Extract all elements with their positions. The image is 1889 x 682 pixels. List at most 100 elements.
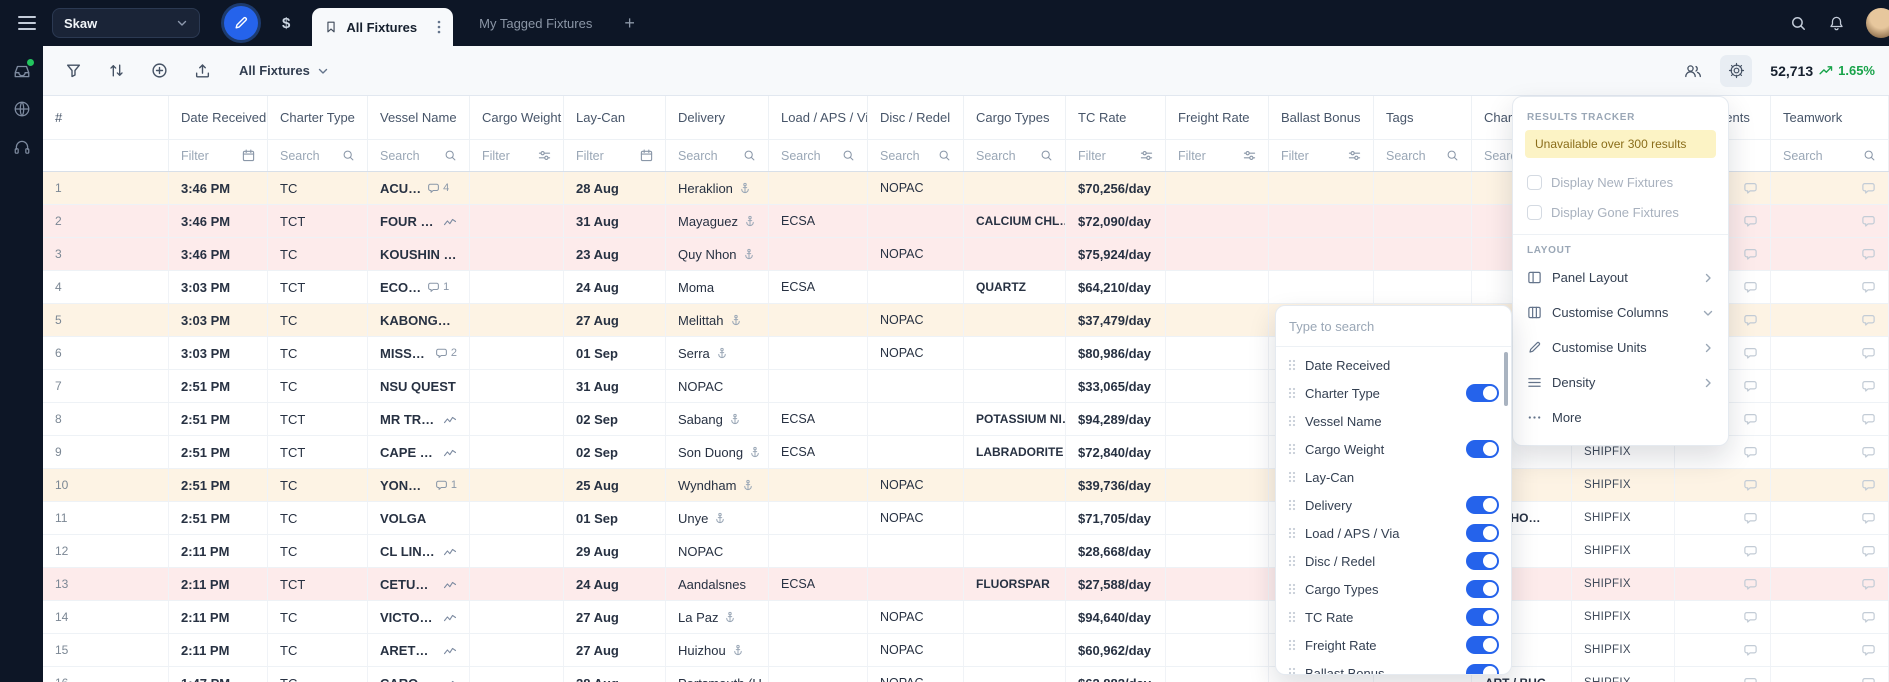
search-icon[interactable] [342, 149, 355, 162]
sidebar-headset-icon[interactable] [13, 138, 31, 156]
share-users-button[interactable] [1677, 55, 1709, 87]
drag-handle-icon[interactable] [1288, 415, 1296, 427]
toggle-switch[interactable] [1466, 496, 1499, 514]
comment-bubble-icon[interactable] [1743, 643, 1758, 658]
settings-gear-button[interactable] [1720, 55, 1752, 87]
comment-bubble-icon[interactable] [1861, 610, 1876, 625]
column-header-vessel-name[interactable]: Vessel Name [368, 96, 470, 139]
comment-bubble-icon[interactable] [1861, 346, 1876, 361]
comment-bubble-icon[interactable] [1861, 214, 1876, 229]
calendar-icon[interactable] [640, 149, 653, 162]
column-filter-disc[interactable]: Search [868, 140, 964, 171]
comment-bubble-icon[interactable] [1861, 412, 1876, 427]
search-icon[interactable] [938, 149, 951, 162]
comment-bubble-icon[interactable] [1743, 511, 1758, 526]
comment-bubble-icon[interactable] [1743, 544, 1758, 559]
sliders-icon[interactable] [1243, 149, 1256, 162]
toggle-switch[interactable] [1466, 440, 1499, 458]
add-button[interactable] [143, 55, 175, 87]
sliders-icon[interactable] [1348, 149, 1361, 162]
search-icon[interactable] [1446, 149, 1459, 162]
avatar[interactable] [1866, 8, 1889, 38]
column-header-ballast-bonus[interactable]: Ballast Bonus [1269, 96, 1374, 139]
search-icon[interactable] [743, 149, 756, 162]
column-filter-load[interactable]: Search [769, 140, 868, 171]
comment-bubble-icon[interactable] [1861, 379, 1876, 394]
table-row[interactable]: 102:51 PMTCYONG J…125 AugWyndhamNOPAC$39… [43, 469, 1889, 502]
tab-all-fixtures[interactable]: All Fixtures [312, 8, 453, 46]
tab-menu-icon[interactable] [437, 20, 441, 34]
search-icon[interactable] [1790, 15, 1807, 32]
menu-item-density[interactable]: Density [1513, 365, 1728, 400]
toggle-switch[interactable] [1466, 552, 1499, 570]
dollar-button[interactable]: $ [282, 15, 290, 32]
comment-bubble-icon[interactable] [1861, 247, 1876, 262]
workspace-selector[interactable]: Skaw [52, 8, 200, 38]
column-header-num[interactable]: # [43, 96, 169, 139]
scrollbar-thumb[interactable] [1504, 352, 1508, 406]
export-button[interactable] [186, 55, 218, 87]
column-toggle-item-cargo-types[interactable]: Cargo Types [1276, 575, 1511, 603]
comment-bubble-icon[interactable] [1861, 280, 1876, 295]
column-filter-tc_rate[interactable]: Filter [1066, 140, 1166, 171]
comment-bubble-icon[interactable] [1861, 181, 1876, 196]
checkbox-display-gone-fixtures[interactable]: Display Gone Fixtures [1513, 197, 1728, 227]
comment-count-badge[interactable]: 1 [435, 479, 457, 492]
comment-bubble-icon[interactable] [1861, 544, 1876, 559]
checkbox-icon[interactable] [1527, 205, 1542, 220]
comment-bubble-icon[interactable] [1861, 445, 1876, 460]
toggle-switch[interactable] [1466, 664, 1499, 675]
comment-bubble-icon[interactable] [1861, 313, 1876, 328]
drag-handle-icon[interactable] [1288, 583, 1296, 595]
column-header-disc-redel[interactable]: Disc / Redel [868, 96, 964, 139]
columns-search-input[interactable] [1289, 319, 1498, 334]
column-filter-cargo[interactable]: Search [964, 140, 1066, 171]
column-toggle-item-ballast-bonus[interactable]: Ballast Bonus [1276, 659, 1511, 675]
table-row[interactable]: 132:11 PMTCTCETUS …24 AugAandalsnesECSAF… [43, 568, 1889, 601]
column-toggle-item-cargo-weight[interactable]: Cargo Weight [1276, 435, 1511, 463]
column-filter-time[interactable]: Filter [169, 140, 268, 171]
column-toggle-item-disc-redel[interactable]: Disc / Redel [1276, 547, 1511, 575]
column-header-freight-rate[interactable]: Freight Rate [1166, 96, 1269, 139]
toggle-switch[interactable] [1466, 608, 1499, 626]
comment-bubble-icon[interactable] [1743, 412, 1758, 427]
filter-button[interactable] [57, 55, 89, 87]
sparkline-icon[interactable] [443, 645, 457, 656]
table-row[interactable]: 152:11 PMTCARETH…27 AugHuizhouNOPAC$60,9… [43, 634, 1889, 667]
column-header-charter-type[interactable]: Charter Type [268, 96, 368, 139]
toggle-switch[interactable] [1466, 580, 1499, 598]
comment-bubble-icon[interactable] [1743, 445, 1758, 460]
table-row[interactable]: 142:11 PMTCVICTORI…27 AugLa PazNOPAC$94,… [43, 601, 1889, 634]
tab-my-tagged-fixtures[interactable]: My Tagged Fixtures [479, 16, 592, 31]
sort-button[interactable] [100, 55, 132, 87]
sliders-icon[interactable] [1140, 149, 1153, 162]
comment-bubble-icon[interactable] [1743, 379, 1758, 394]
column-header-delivery[interactable]: Delivery [666, 96, 769, 139]
column-header-teamwork[interactable]: Teamwork [1771, 96, 1889, 139]
column-header-tc-rate[interactable]: TC Rate [1066, 96, 1166, 139]
drag-handle-icon[interactable] [1288, 527, 1296, 539]
drag-handle-icon[interactable] [1288, 555, 1296, 567]
table-row[interactable]: 161:47 PMTCCAROL…28 AugPortsmouth (U…NOP… [43, 667, 1889, 682]
comment-count-badge[interactable]: 4 [427, 182, 449, 195]
drag-handle-icon[interactable] [1288, 639, 1296, 651]
comment-bubble-icon[interactable] [1743, 181, 1758, 196]
column-filter-teamwork[interactable]: Search [1771, 140, 1889, 171]
column-toggle-item-freight-rate[interactable]: Freight Rate [1276, 631, 1511, 659]
sparkline-icon[interactable] [443, 546, 457, 557]
comment-count-badge[interactable]: 1 [427, 281, 449, 294]
comment-bubble-icon[interactable] [1861, 577, 1876, 592]
add-tab-button[interactable]: + [624, 14, 635, 32]
sliders-icon[interactable] [538, 149, 551, 162]
column-toggle-item-delivery[interactable]: Delivery [1276, 491, 1511, 519]
calendar-icon[interactable] [242, 149, 255, 162]
column-filter-delivery[interactable]: Search [666, 140, 769, 171]
comment-bubble-icon[interactable] [1743, 610, 1758, 625]
column-header-date-received[interactable]: Date Received [169, 96, 268, 139]
view-selector[interactable]: All Fixtures [239, 63, 329, 78]
drag-handle-icon[interactable] [1288, 611, 1296, 623]
new-fixture-button[interactable] [224, 6, 258, 40]
search-icon[interactable] [1040, 149, 1053, 162]
column-header-cargo-weight[interactable]: Cargo Weight [470, 96, 564, 139]
drag-handle-icon[interactable] [1288, 667, 1296, 675]
